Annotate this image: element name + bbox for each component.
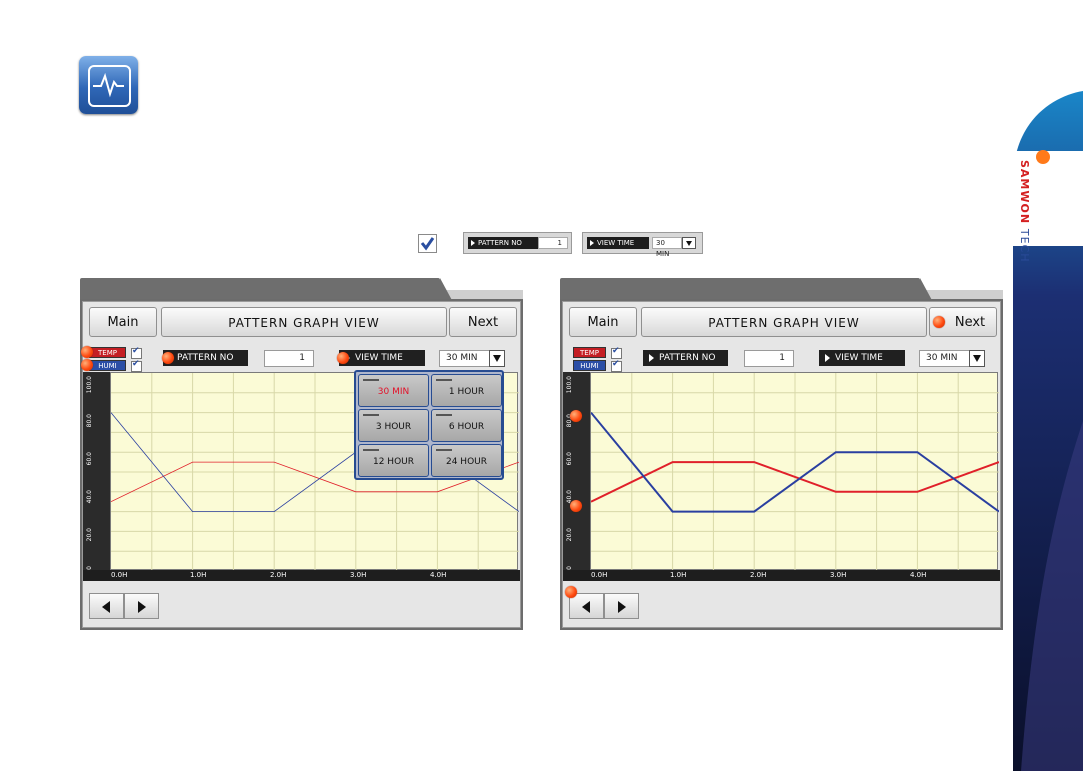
main-button[interactable]: Main (569, 307, 637, 337)
page-title: PATTERN GRAPH VIEW (161, 307, 447, 337)
next-button[interactable]: Next (449, 307, 517, 337)
x-tick: 3.0H (830, 571, 847, 579)
view-time-legend: VIEW TIME 30 MIN (582, 232, 703, 258)
pattern-no-label: PATTERN NO (163, 350, 248, 366)
option-24-hour[interactable]: 24 HOUR (431, 444, 502, 477)
humi-checkbox[interactable] (611, 359, 622, 372)
callout-marker (933, 316, 945, 328)
x-tick: 2.0H (750, 571, 767, 579)
arrow-left-icon (102, 601, 110, 613)
next-page-button[interactable] (604, 593, 639, 619)
y-tick: 40.0 (86, 490, 93, 504)
view-time-label: VIEW TIME (587, 237, 649, 249)
panel-right: Main PATTERN GRAPH VIEW Next TEMP HUMI P… (560, 278, 1003, 630)
x-tick: 1.0H (670, 571, 687, 579)
chevron-down-icon[interactable] (489, 350, 505, 367)
x-tick: 1.0H (190, 571, 207, 579)
option-30-min[interactable]: 30 MIN (358, 374, 429, 407)
y-axis: 100.080.060.040.020.00.0 (83, 372, 110, 576)
option-6-hour[interactable]: 6 HOUR (431, 409, 502, 442)
view-time-value: 30 MIN (652, 237, 682, 258)
arrow-right-icon (138, 601, 146, 613)
pattern-no-input[interactable]: 1 (264, 350, 314, 367)
view-time-label: VIEW TIME (339, 350, 425, 366)
temp-checkbox[interactable] (611, 346, 622, 359)
option-12-hour[interactable]: 12 HOUR (358, 444, 429, 477)
footer (563, 583, 1000, 626)
pattern-no-legend: PATTERN NO 1 (463, 232, 572, 254)
y-tick: 20.0 (566, 528, 573, 542)
option-3-hour[interactable]: 3 HOUR (358, 409, 429, 442)
brand-text-a: SAMWON (1018, 160, 1031, 225)
x-tick: 0.0H (111, 571, 128, 579)
panel-left: Main PATTERN GRAPH VIEW Next TEMP HUMI P… (80, 278, 523, 630)
callout-marker (81, 359, 93, 371)
callout-marker (337, 352, 349, 364)
pattern-graph-app-icon (79, 56, 138, 114)
waveform-icon (93, 72, 124, 98)
x-tick: 2.0H (270, 571, 287, 579)
callout-marker (162, 352, 174, 364)
y-tick: 60.0 (86, 452, 93, 466)
humi-checkbox[interactable] (131, 359, 142, 372)
chevron-down-icon[interactable] (969, 350, 985, 367)
prev-button[interactable] (89, 593, 124, 619)
pattern-no-label: PATTERN NO (643, 350, 728, 366)
brand-logo: SAMWON TECH (1018, 160, 1031, 263)
callout-marker (570, 500, 582, 512)
chevron-down-icon (682, 237, 696, 249)
pattern-no-label: PATTERN NO (468, 237, 548, 249)
line-chart (590, 373, 1000, 571)
page-title: PATTERN GRAPH VIEW (641, 307, 927, 337)
y-tick: 80.0 (86, 414, 93, 428)
main-button[interactable]: Main (89, 307, 157, 337)
x-tick: 4.0H (910, 571, 927, 579)
plot-area (590, 372, 1000, 571)
x-tick: 0.0H (591, 571, 608, 579)
arrow-right-icon (618, 601, 626, 613)
pattern-no-value: 1 (538, 237, 568, 249)
callout-marker (565, 586, 577, 598)
temp-tag: TEMP (89, 347, 126, 358)
callout-marker (81, 346, 93, 358)
view-time-label: VIEW TIME (819, 350, 905, 366)
arrow-left-icon (582, 601, 590, 613)
y-axis: 100.080.060.040.020.00.0 (563, 372, 590, 576)
pattern-graph: 100.080.060.040.020.00.0 0.0H 1.0H 2.0H … (563, 372, 1000, 581)
brand-text-b: TECH (1018, 228, 1031, 263)
checkbox-icon (418, 234, 437, 253)
y-tick: 20.0 (86, 528, 93, 542)
x-axis: 0.0H 1.0H 2.0H 3.0H 4.0H (83, 570, 520, 581)
pattern-no-input[interactable]: 1 (744, 350, 794, 367)
view-time-popup: 30 MIN 1 HOUR 3 HOUR 6 HOUR 12 HOUR 24 H… (354, 370, 504, 480)
y-tick: 100.0 (86, 376, 93, 394)
humi-tag: HUMI (89, 360, 126, 371)
control-row: TEMP HUMI PATTERN NO 1 VIEW TIME 30 MIN (81, 346, 520, 372)
temp-tag: TEMP (573, 347, 606, 358)
humi-tag: HUMI (573, 360, 606, 371)
y-tick: 60.0 (566, 452, 573, 466)
y-tick: 100.0 (566, 376, 573, 394)
next-page-button[interactable] (124, 593, 159, 619)
control-row: TEMP HUMI PATTERN NO 1 VIEW TIME 30 MIN (563, 346, 1000, 372)
callout-marker (570, 410, 582, 422)
x-axis: 0.0H 1.0H 2.0H 3.0H 4.0H (563, 570, 1000, 581)
option-1-hour[interactable]: 1 HOUR (431, 374, 502, 407)
temp-checkbox[interactable] (131, 346, 142, 359)
x-tick: 4.0H (430, 571, 447, 579)
x-tick: 3.0H (350, 571, 367, 579)
footer (83, 583, 520, 626)
